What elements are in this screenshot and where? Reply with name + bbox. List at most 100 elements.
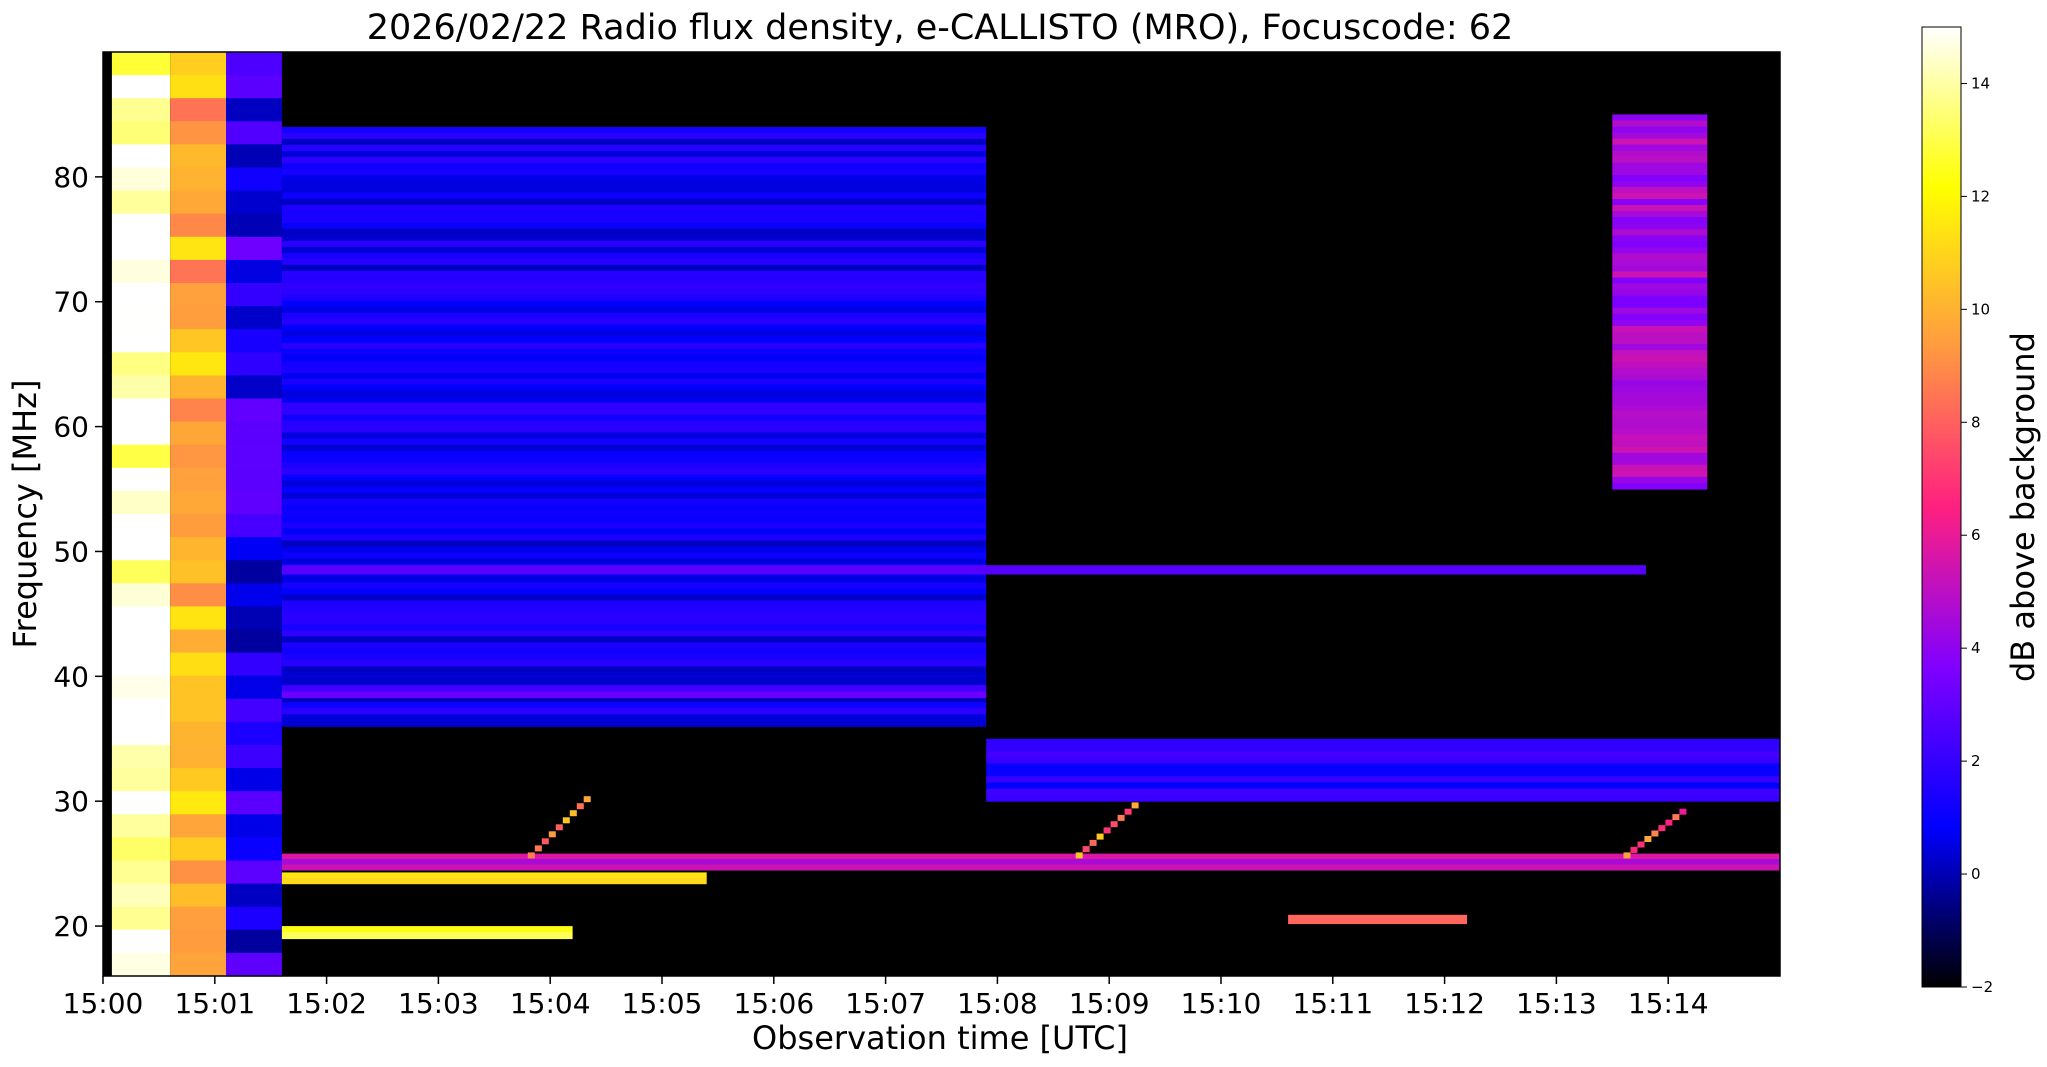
- heatmap-cell-calibration-cold: [226, 629, 282, 654]
- heatmap-cell-band-32MHz: [986, 751, 1780, 758]
- heatmap-cell-broadband-noise-b: [1612, 277, 1708, 285]
- heatmap-cell-broadband-noise-a: [281, 480, 987, 488]
- heatmap-cell-broadband-noise-a: [281, 648, 987, 655]
- heatmap-cell-broadband-noise-b: [1612, 295, 1708, 303]
- y-tick-label: 20: [53, 910, 89, 943]
- heatmap-cell-calibration-cold: [226, 883, 282, 908]
- heatmap-cell-calibration-cold: [226, 952, 282, 977]
- heatmap-cell-calibration-hot: [111, 121, 170, 145]
- x-tick-label: 15:05: [622, 987, 703, 1020]
- heatmap-cell-broadband-noise-a: [281, 150, 987, 158]
- heatmap-cell-calibration-hot: [111, 306, 170, 330]
- heatmap-cell-calibration-cold: [226, 283, 282, 307]
- heatmap-cell-broadband-noise-a: [281, 186, 987, 194]
- heatmap-cell-broadband-noise-a: [281, 432, 987, 440]
- heatmap-cell-calibration-hot: [111, 768, 170, 792]
- heatmap-cell-broadband-noise-b: [1612, 452, 1708, 460]
- heatmap-cell-broadband-noise-a: [281, 132, 987, 140]
- heatmap-cell-rfi-20.5MHz: [1288, 914, 1467, 925]
- heatmap-cell-broadband-noise-b: [1612, 313, 1708, 321]
- heatmap-cell-calibration-cold: [226, 837, 282, 862]
- heatmap-cell-burst-2: [1124, 808, 1132, 815]
- heatmap-cell-calibration-warm: [170, 121, 226, 145]
- heatmap-cell-calibration-cold: [226, 144, 282, 169]
- heatmap-cell-burst-1: [527, 852, 535, 859]
- colorbar: −2 0 2 4 6 8 10 12 14 dB above background: [1921, 26, 2042, 996]
- heatmap-cell-broadband-noise-b: [1612, 223, 1708, 230]
- heatmap-cell-broadband-noise-a: [281, 444, 987, 452]
- heatmap-cell-broadband-noise-a: [281, 192, 987, 200]
- heatmap-cell-calibration-warm: [170, 814, 226, 838]
- heatmap-cell-broadband-noise-a: [281, 318, 987, 326]
- heatmap-cell-calibration-cold: [226, 444, 282, 469]
- x-tick-label: 15:09: [1069, 987, 1150, 1020]
- heatmap-cell-broadband-noise-a: [281, 204, 987, 212]
- heatmap-cell-rfi-25MHz: [281, 864, 1780, 871]
- heatmap-cell-broadband-noise-a: [281, 210, 987, 218]
- heatmap-cell-broadband-noise-b: [1612, 446, 1708, 454]
- heatmap-cell-broadband-noise-a: [281, 588, 987, 595]
- heatmap-cell-calibration-warm: [170, 444, 226, 469]
- heatmap-cell-broadband-noise-b: [1612, 344, 1708, 351]
- heatmap-cell-broadband-noise-b: [1612, 331, 1708, 339]
- colorbar-tick-label: 6: [1971, 526, 1981, 544]
- heatmap-cell-calibration-warm: [170, 375, 226, 400]
- heatmap-cell-broadband-noise-a: [281, 660, 987, 667]
- heatmap-cell-calibration-cold: [226, 467, 282, 492]
- heatmap-cell-broadband-noise-b: [1612, 374, 1708, 381]
- heatmap-cell-calibration-warm: [170, 560, 226, 584]
- y-tick-label: 70: [53, 286, 89, 319]
- heatmap-cell-calibration-hot: [111, 98, 170, 122]
- heatmap-cell-broadband-noise-b: [1612, 483, 1708, 490]
- heatmap-cell-calibration-warm: [170, 745, 226, 769]
- colorbar-tick-label: 4: [1971, 639, 1981, 657]
- heatmap-cell-band-32MHz: [986, 782, 1780, 790]
- heatmap-cell-burst-1: [548, 831, 556, 838]
- heatmap-cell-calibration-hot: [111, 421, 170, 446]
- heatmap-cell-broadband-noise-b: [1612, 162, 1708, 170]
- heatmap-cell-calibration-cold: [226, 75, 282, 99]
- heatmap-cell-calibration-warm: [170, 514, 226, 538]
- heatmap-cell-calibration-hot: [111, 398, 170, 423]
- heatmap-cell-broadband-noise-a: [281, 516, 987, 524]
- heatmap-cell-burst-3: [1658, 825, 1666, 832]
- heatmap-cell-calibration-cold: [226, 98, 282, 122]
- heatmap-cell-broadband-noise-a: [281, 354, 987, 362]
- heatmap-cell-broadband-noise-a: [281, 330, 987, 338]
- heatmap-cell-calibration-cold: [226, 906, 282, 931]
- heatmap-cell-calibration-warm: [170, 929, 226, 954]
- heatmap-cell-broadband-noise-b: [1612, 265, 1708, 273]
- heatmap-cell-broadband-noise-a: [281, 384, 987, 392]
- heatmap-cell-broadband-noise-b: [1612, 144, 1708, 152]
- heatmap-cell-calibration-hot: [111, 698, 170, 723]
- heatmap-cell-broadband-noise-b: [1612, 404, 1708, 411]
- heatmap-cell-calibration-warm: [170, 213, 226, 238]
- colorbar-tick-label: 14: [1971, 74, 1990, 92]
- heatmap-cell-burst-2: [1103, 827, 1111, 834]
- heatmap-cell-calibration-hot: [111, 537, 170, 561]
- heatmap-cell-calibration-cold: [226, 583, 282, 607]
- colorbar-tick-label: 2: [1971, 752, 1981, 770]
- heatmap-cell-calibration-cold: [226, 167, 282, 192]
- heatmap-cell-broadband-noise-b: [1612, 392, 1708, 399]
- heatmap-cell-broadband-noise-a: [281, 486, 987, 494]
- heatmap-cell-calibration-warm: [170, 467, 226, 492]
- heatmap-cell-broadband-noise-a: [281, 702, 987, 709]
- heatmap-cell-broadband-noise-b: [1612, 156, 1708, 164]
- heatmap-cell-calibration-warm: [170, 329, 226, 353]
- heatmap-cell-calibration-warm: [170, 629, 226, 654]
- heatmap-cell-calibration-cold: [226, 213, 282, 238]
- heatmap-cell-calibration-warm: [170, 952, 226, 977]
- heatmap-cell-broadband-noise-b: [1612, 380, 1708, 387]
- heatmap-cell-calibration-hot: [111, 929, 170, 954]
- heatmap-cell-broadband-noise-a: [281, 162, 987, 170]
- heatmap-cell-calibration-hot: [111, 490, 170, 515]
- heatmap-cell-calibration-hot: [111, 329, 170, 353]
- heatmap-cell-broadband-noise-a: [281, 222, 987, 230]
- heatmap-cell-broadband-noise-a: [281, 720, 987, 727]
- heatmap-cell-calibration-hot: [111, 629, 170, 654]
- heatmap-cell-calibration-hot: [111, 860, 170, 885]
- heatmap-cell-broadband-noise-b: [1612, 470, 1708, 478]
- heatmap-cell-rfi-24MHz: [281, 878, 707, 885]
- heatmap-cell-broadband-noise-b: [1612, 386, 1708, 393]
